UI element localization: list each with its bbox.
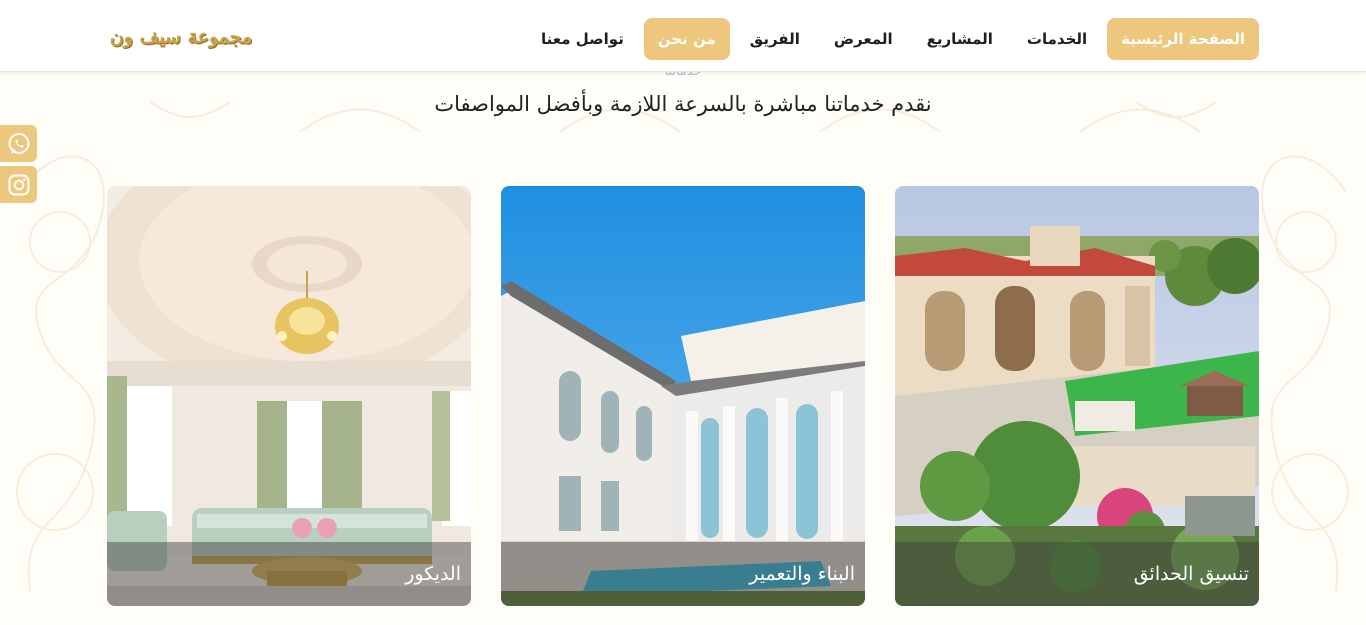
instagram-button[interactable] bbox=[0, 166, 37, 203]
whatsapp-icon bbox=[8, 132, 29, 154]
nav-item-services[interactable]: الخدمات bbox=[1013, 18, 1101, 60]
card-caption: الديكور bbox=[107, 542, 471, 606]
card-caption: البناء والتعمير bbox=[501, 542, 865, 606]
logo-text: مجموعة سيف ون bbox=[109, 26, 253, 48]
site-header: الصفحة الرئيسية الخدمات المشاريع المعرض … bbox=[0, 0, 1366, 72]
instagram-icon bbox=[8, 174, 29, 195]
card-caption: تنسيق الحدائق bbox=[895, 542, 1259, 606]
nav-item-team[interactable]: الفريق bbox=[736, 18, 814, 60]
nav-item-contact[interactable]: تواصل معنا bbox=[527, 18, 638, 60]
nav-item-projects[interactable]: المشاريع bbox=[913, 18, 1007, 60]
section-subtitle: نقدم خدماتنا مباشرة بالسرعة اللازمة وبأف… bbox=[434, 92, 932, 116]
main-nav: الصفحة الرئيسية الخدمات المشاريع المعرض … bbox=[527, 18, 1259, 60]
nav-item-about[interactable]: من نحن bbox=[643, 18, 730, 60]
nav-item-gallery[interactable]: المعرض bbox=[820, 18, 907, 60]
site-logo[interactable]: مجموعة سيف ون bbox=[105, 14, 257, 60]
nav-item-home[interactable]: الصفحة الرئيسية bbox=[1107, 18, 1259, 60]
service-card-construction[interactable]: البناء والتعمير bbox=[501, 186, 865, 606]
service-card-landscaping[interactable]: تنسيق الحدائق bbox=[895, 186, 1259, 606]
whatsapp-button[interactable] bbox=[0, 125, 37, 162]
service-card-decor[interactable]: الديكور bbox=[107, 186, 471, 606]
